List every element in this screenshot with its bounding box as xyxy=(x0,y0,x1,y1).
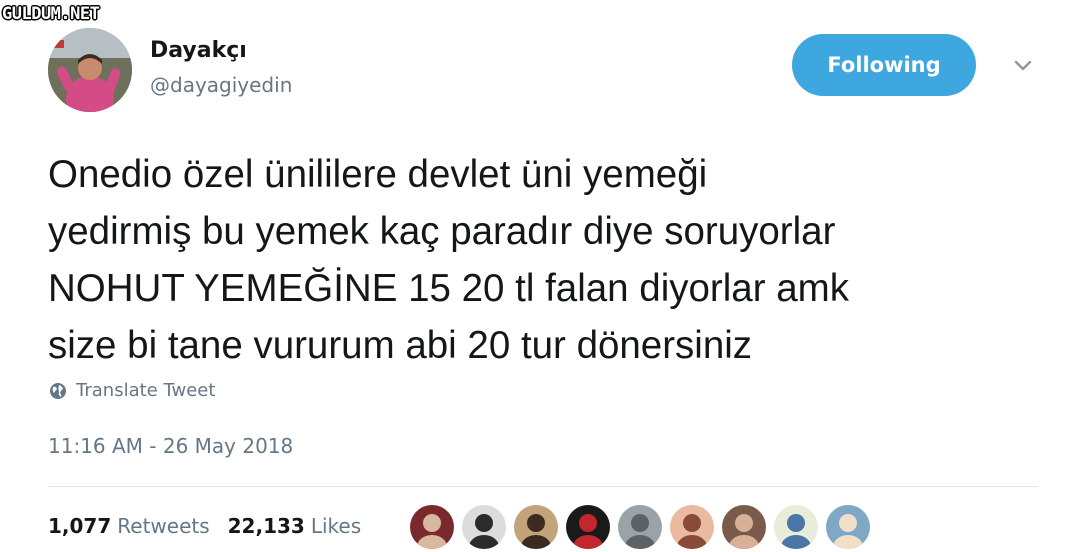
likes-count: 22,133 xyxy=(227,514,305,538)
liker-avatars xyxy=(410,504,878,550)
liker-avatar[interactable] xyxy=(514,505,558,549)
tweet-line: NOHUT YEMEĞİNE 15 20 tl falan diyorlar a… xyxy=(48,267,849,310)
tweet-line: Onedio özel ünililere devlet üni yemeği xyxy=(48,153,708,196)
avatar[interactable] xyxy=(48,28,132,112)
retweets-stat[interactable]: 1,077 Retweets xyxy=(48,514,210,538)
likes-stat[interactable]: 22,133 Likes xyxy=(228,514,361,538)
liker-photo-icon xyxy=(514,505,558,549)
author-handle[interactable]: @dayagiyedin xyxy=(150,73,292,97)
retweets-label: Retweets xyxy=(117,514,210,538)
tweet-text: Onedio özel ünililere devlet üni yemeği … xyxy=(48,146,1058,374)
following-button[interactable]: Following xyxy=(792,34,976,96)
liker-photo-icon xyxy=(462,505,506,549)
profile-photo-icon xyxy=(48,28,132,112)
liker-photo-icon xyxy=(722,505,766,549)
translate-label: Translate Tweet xyxy=(76,380,216,401)
liker-photo-icon xyxy=(618,505,662,549)
liker-photo-icon xyxy=(670,505,714,549)
liker-photo-icon xyxy=(410,505,454,549)
tweet-stats: 1,077 Retweets 22,133 Likes xyxy=(48,514,379,538)
retweets-count: 1,077 xyxy=(48,514,112,538)
liker-avatar[interactable] xyxy=(774,505,818,549)
divider xyxy=(48,486,1038,487)
liker-avatar[interactable] xyxy=(826,505,870,549)
liker-photo-icon xyxy=(566,505,610,549)
liker-avatar[interactable] xyxy=(410,505,454,549)
liker-avatar[interactable] xyxy=(618,505,662,549)
site-watermark: GULDUM.NET xyxy=(2,4,100,24)
tweet-line: yedirmiş bu yemek kaç paradır diye soruy… xyxy=(48,210,836,253)
liker-avatar[interactable] xyxy=(670,505,714,549)
tweet-timestamp[interactable]: 11:16 AM - 26 May 2018 xyxy=(48,434,293,458)
likes-label: Likes xyxy=(310,514,362,538)
liker-avatar[interactable] xyxy=(566,505,610,549)
liker-avatar[interactable] xyxy=(462,505,506,549)
globe-icon xyxy=(48,381,68,401)
chevron-down-icon[interactable] xyxy=(1012,58,1034,74)
liker-photo-icon xyxy=(826,505,870,549)
tweet-line: size bi tane vururum abi 20 tur dönersin… xyxy=(48,324,753,367)
translate-tweet-link[interactable]: Translate Tweet xyxy=(48,380,215,401)
liker-photo-icon xyxy=(774,505,818,549)
liker-avatar[interactable] xyxy=(722,505,766,549)
author-display-name[interactable]: Dayakçı xyxy=(150,38,247,63)
